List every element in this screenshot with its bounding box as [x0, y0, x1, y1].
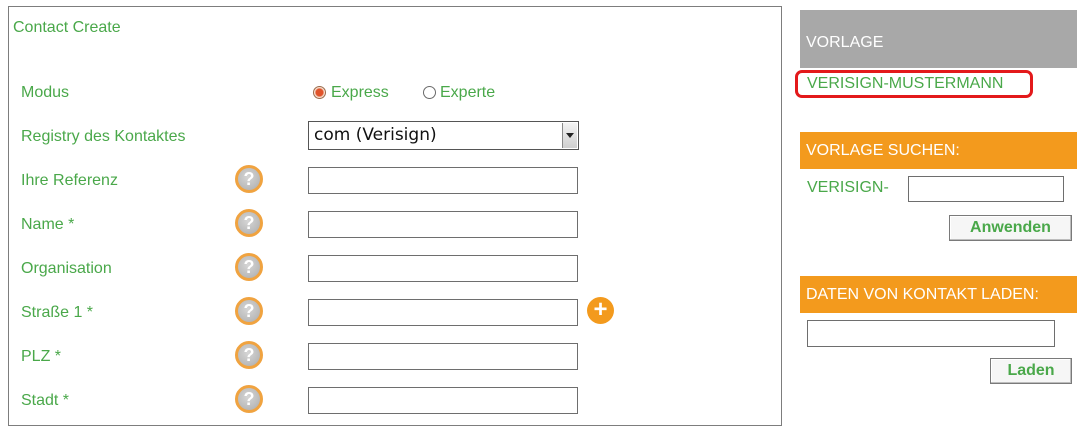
registry-select[interactable]: com (Verisign) [308, 121, 579, 150]
vorlage-header-label: VORLAGE [806, 34, 884, 51]
registry-label: Registry des Kontaktes [21, 128, 186, 145]
kontakt-laden-header-label: DATEN VON KONTAKT LADEN: [806, 286, 1039, 303]
modus-experte-label[interactable]: Experte [440, 84, 495, 102]
registry-selected-value: com (Verisign) [314, 125, 437, 145]
help-icon[interactable]: ? [235, 341, 263, 369]
contact-create-panel: Contact Create Modus Express Experte Reg… [8, 6, 782, 426]
vorlage-suchen-header-label: VORLAGE SUCHEN: [806, 142, 960, 159]
vorlage-suchen-header: VORLAGE SUCHEN: [800, 132, 1077, 169]
vorlage-suchen-prefix: VERISIGN- [807, 179, 889, 196]
modus-label: Modus [21, 84, 70, 101]
field-label-referenz: Ihre Referenz [21, 172, 118, 189]
referenz-input[interactable] [308, 167, 578, 194]
plus-circle-icon[interactable]: + [587, 297, 614, 324]
help-icon[interactable]: ? [235, 385, 263, 413]
field-label-stadt: Stadt * [21, 392, 70, 409]
field-label-organisation: Organisation [21, 260, 112, 277]
name-input[interactable] [308, 211, 578, 238]
help-icon[interactable]: ? [235, 165, 263, 193]
field-label-plz: PLZ * [21, 348, 62, 365]
field-label-strasse: Straße 1 * [21, 304, 94, 321]
help-icon[interactable]: ? [235, 253, 263, 281]
dropdown-arrow-icon[interactable] [562, 123, 577, 148]
vorlage-template-label[interactable]: VERISIGN-MUSTERMANN [807, 75, 1003, 93]
help-icon[interactable]: ? [235, 209, 263, 237]
stadt-input[interactable] [308, 387, 578, 414]
field-label-name: Name * [21, 216, 75, 233]
plz-input[interactable] [308, 343, 578, 370]
vorlage-header: VORLAGE [800, 10, 1077, 68]
help-icon[interactable]: ? [235, 297, 263, 325]
modus-express-label[interactable]: Express [331, 84, 389, 102]
vorlage-suchen-input[interactable] [908, 176, 1064, 202]
laden-button[interactable]: Laden [990, 358, 1072, 384]
strasse-input[interactable] [308, 299, 578, 326]
modus-experte-radio[interactable] [423, 86, 436, 99]
modus-express-radio[interactable] [313, 86, 326, 99]
vorlage-template-link[interactable]: VERISIGN-MUSTERMANN [795, 70, 1033, 98]
anwenden-button[interactable]: Anwenden [949, 215, 1072, 241]
kontakt-laden-header: DATEN VON KONTAKT LADEN: [800, 276, 1077, 313]
form-title: Contact Create [13, 19, 121, 36]
organisation-input[interactable] [308, 255, 578, 282]
kontakt-laden-input[interactable] [807, 320, 1055, 347]
